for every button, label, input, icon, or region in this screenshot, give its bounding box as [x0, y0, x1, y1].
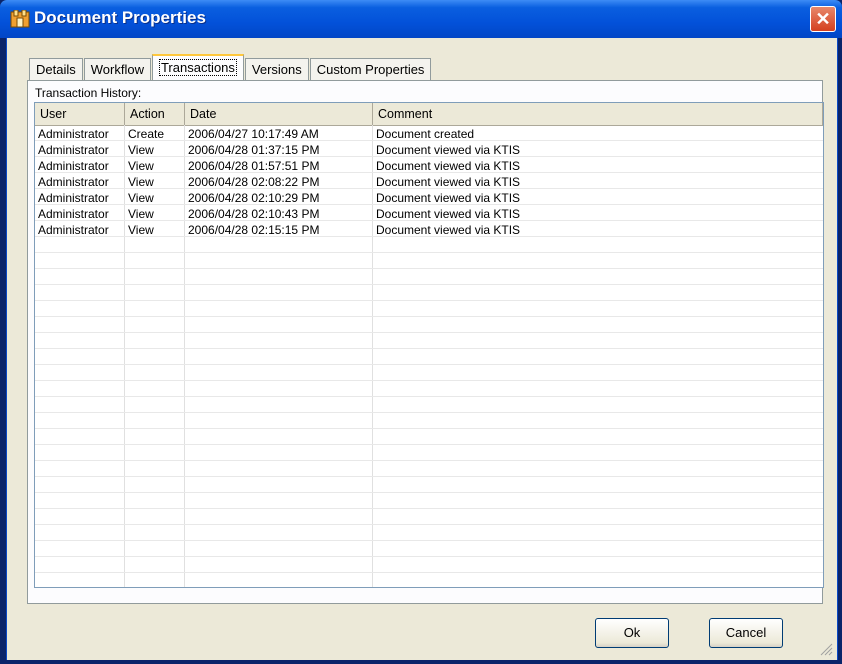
cell-comment: Document created	[376, 127, 475, 141]
cell-date: 2006/04/28 01:37:15 PM	[188, 143, 320, 157]
column-header-date[interactable]: Date	[185, 103, 373, 125]
table-row[interactable]: Administrator Create 2006/04/27 10:17:49…	[35, 126, 823, 142]
cell-action: View	[128, 207, 154, 221]
cell-comment: Document viewed via KTIS	[376, 191, 521, 205]
ok-button[interactable]: Ok	[595, 618, 669, 648]
table-row[interactable]: Administrator View 2006/04/28 01:57:51 P…	[35, 158, 823, 174]
cell-user: Administrator	[38, 175, 109, 189]
cell-action: View	[128, 223, 154, 237]
cell-action: View	[128, 143, 154, 157]
cell-action: View	[128, 159, 154, 173]
table-row[interactable]: Administrator View 2006/04/28 02:08:22 P…	[35, 174, 823, 190]
column-header-action[interactable]: Action	[125, 103, 185, 125]
cell-action: View	[128, 191, 154, 205]
cell-user: Administrator	[38, 207, 109, 221]
cell-date: 2006/04/27 10:17:49 AM	[188, 127, 319, 141]
cell-date: 2006/04/28 02:08:22 PM	[188, 175, 320, 189]
document-properties-icon	[10, 10, 30, 28]
table-row[interactable]: Administrator View 2006/04/28 02:10:29 P…	[35, 190, 823, 206]
cell-action: View	[128, 175, 154, 189]
close-button[interactable]: ✕	[810, 6, 836, 32]
cell-user: Administrator	[38, 159, 109, 173]
cell-action: Create	[128, 127, 165, 141]
cell-date: 2006/04/28 02:15:15 PM	[188, 223, 320, 237]
cancel-button[interactable]: Cancel	[709, 618, 783, 648]
title-bar[interactable]: Document Properties ✕	[0, 0, 842, 38]
tab-versions[interactable]: Versions	[244, 58, 309, 80]
list-body: Administrator Create 2006/04/27 10:17:49…	[35, 126, 823, 238]
transactions-panel: Transaction History: User Action Date Co…	[27, 80, 824, 604]
column-header-comment[interactable]: Comment	[373, 103, 823, 125]
cell-user: Administrator	[38, 143, 109, 157]
table-row[interactable]: Administrator View 2006/04/28 02:10:43 P…	[35, 206, 823, 222]
tab-workflow[interactable]: Workflow	[83, 58, 151, 80]
tab-strip: Details Workflow Transactions Versions C…	[29, 54, 432, 80]
tab-transactions-label: Transactions	[158, 59, 237, 76]
table-row[interactable]: Administrator View 2006/04/28 02:15:15 P…	[35, 222, 823, 238]
cell-comment: Document viewed via KTIS	[376, 159, 521, 173]
tab-transactions[interactable]: Transactions	[151, 54, 244, 80]
transaction-history-label: Transaction History:	[35, 86, 142, 100]
list-header: User Action Date Comment	[35, 103, 823, 126]
cell-date: 2006/04/28 01:57:51 PM	[188, 159, 320, 173]
cell-user: Administrator	[38, 191, 109, 205]
dialog-body: Details Workflow Transactions Versions C…	[6, 38, 838, 660]
table-row[interactable]: Administrator View 2006/04/28 01:37:15 P…	[35, 142, 823, 158]
cell-comment: Document viewed via KTIS	[376, 223, 521, 237]
window-title: Document Properties	[34, 8, 206, 27]
cancel-button-label: Cancel	[725, 625, 767, 640]
cell-comment: Document viewed via KTIS	[376, 143, 521, 157]
ok-button-label: Ok	[623, 625, 641, 640]
cell-date: 2006/04/28 02:10:43 PM	[188, 207, 320, 221]
document-properties-window: Document Properties ✕ Details Workflow T…	[0, 0, 842, 664]
tab-custom-properties[interactable]: Custom Properties	[309, 58, 432, 80]
cell-user: Administrator	[38, 127, 109, 141]
resize-grip-icon[interactable]	[819, 642, 833, 656]
close-icon: ✕	[815, 9, 831, 29]
column-header-user[interactable]: User	[35, 103, 125, 125]
cell-date: 2006/04/28 02:10:29 PM	[188, 191, 320, 205]
cell-user: Administrator	[38, 223, 109, 237]
cell-comment: Document viewed via KTIS	[376, 207, 521, 221]
transaction-list[interactable]: User Action Date Comment Administrator C…	[34, 102, 824, 588]
cell-comment: Document viewed via KTIS	[376, 175, 521, 189]
tab-details[interactable]: Details	[29, 58, 83, 80]
